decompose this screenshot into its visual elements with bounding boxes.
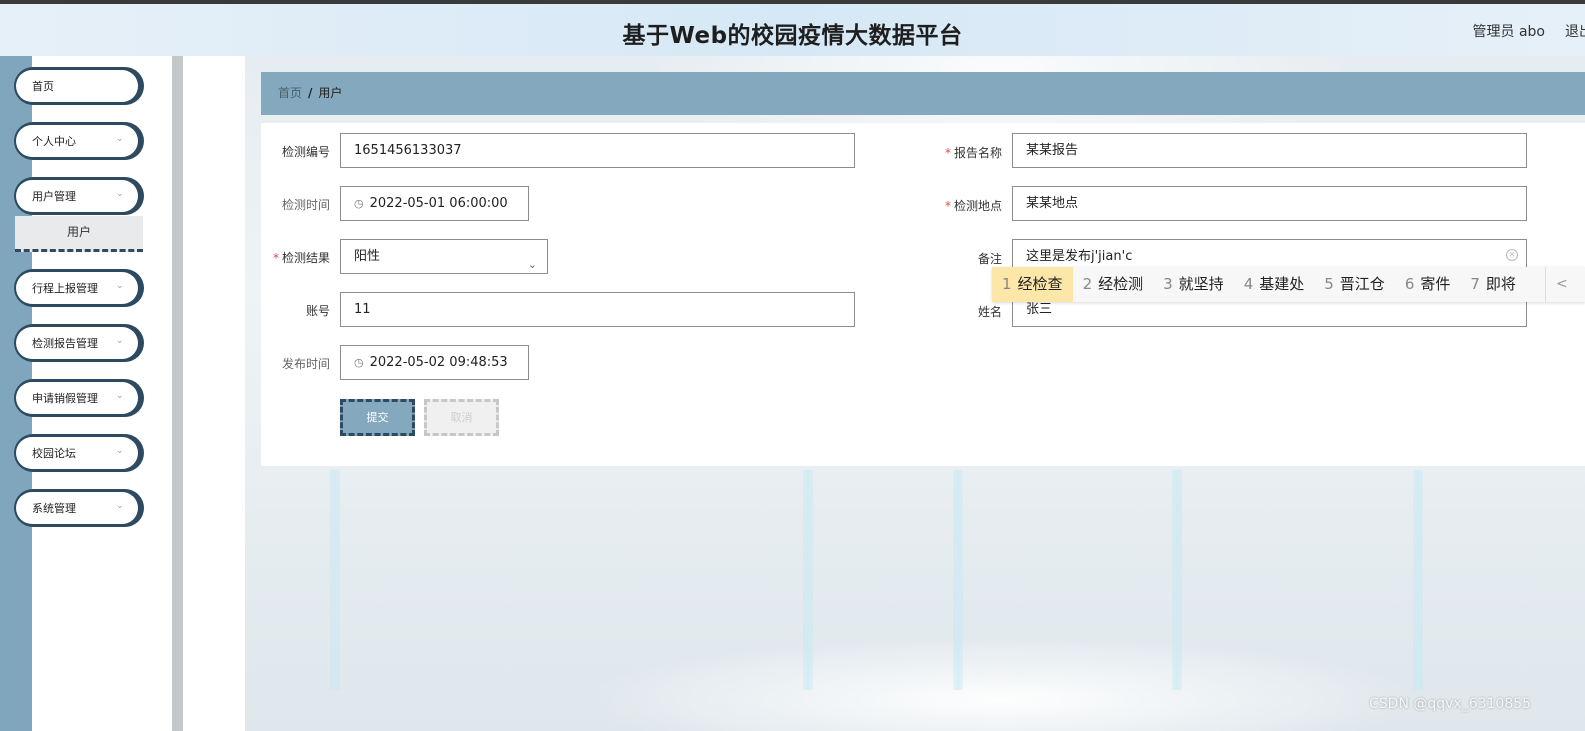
ime-candidate-number: 4 [1243,275,1254,293]
sidebar-item-label: 申请销假管理 [32,392,98,405]
sidebar-item-label: 校园论坛 [32,447,76,460]
ime-candidate[interactable]: 7 即将 [1460,267,1526,302]
ime-prev-page-button[interactable]: < [1545,267,1585,302]
ime-candidate[interactable]: 4 基建处 [1234,267,1315,302]
sidebar-item-home[interactable]: 首页 [14,67,144,105]
chevron-down-icon: ⌄ [527,258,537,271]
chevron-down-icon: ⌄ [116,134,124,144]
test-time-value: 2022-05-01 06:00:00 [369,196,508,211]
report-name-field[interactable]: 某某报告 [1012,133,1527,168]
submit-button[interactable]: 提交 [340,399,415,436]
ime-candidate-number: 6 [1404,275,1415,293]
ime-candidate[interactable]: 1 经检查 [992,267,1073,302]
required-mark: * [944,146,951,160]
breadcrumb: 首页 / 用户 [261,72,1585,115]
remarks-label: 备注 [977,252,1002,266]
test-result-value: 阳性 [354,249,381,264]
sidebar-item-leave-cancel-management[interactable]: 申请销假管理 ⌄ [14,379,144,417]
required-mark: * [944,199,951,213]
sidebar-item-personal-center[interactable]: 个人中心 ⌄ [14,122,144,160]
sidebar-item-test-report-management[interactable]: 检测报告管理 ⌄ [14,324,144,362]
test-no-field[interactable]: 1651456133037 [340,133,855,168]
sidebar-item-label: 行程上报管理 [32,282,98,295]
cancel-button[interactable]: 取消 [424,399,499,436]
app-title: 基于Web的校园疫情大数据平台 [622,23,963,49]
test-location-label: * 检测地点 [930,197,1002,214]
sidebar-item-system-management[interactable]: 系统管理 ⌄ [14,489,144,527]
clock-icon: ◷ [354,197,364,210]
test-location-field[interactable]: 某某地点 [1012,186,1527,221]
sidebar-item-user-management[interactable]: 用户管理 ⌄ [14,177,144,215]
test-result-select[interactable]: 阳性 ⌄ [340,239,548,274]
chevron-down-icon: ⌄ [116,336,124,346]
ime-candidate[interactable]: 5 晋江仓 [1314,267,1395,302]
ime-candidate-text: 经检测 [1098,275,1144,293]
test-result-label: * 检测结果 [258,249,330,266]
breadcrumb-current: 用户 [318,86,343,100]
sidebar-item-label: 个人中心 [32,135,76,148]
chevron-down-icon: ⌄ [116,501,124,511]
test-time-field[interactable]: ◷ 2022-05-01 06:00:00 [340,186,529,221]
sidebar-scrollbar[interactable] [172,56,183,731]
watermark: CSDN @qqvx_6310855 [1369,696,1532,712]
account-label: 账号 [305,304,330,318]
ime-candidate-number: 5 [1324,275,1334,293]
background-pillar [803,470,813,690]
test-no-label: 检测编号 [281,145,330,159]
ime-candidate-text: 晋江仓 [1339,275,1385,293]
ime-candidate-number: 3 [1163,275,1173,293]
app-header: 基于Web的校园疫情大数据平台 管理员 abo 退出 [0,4,1585,56]
chevron-down-icon: ⌄ [116,281,124,291]
background-pillar [953,470,963,690]
test-result-label-text: 检测结果 [281,251,330,265]
ime-candidate-number: 7 [1470,275,1480,293]
ime-candidate[interactable]: 6 寄件 [1395,267,1461,302]
chevron-down-icon: ⌄ [116,189,124,199]
ime-candidate-bar: 1 经检查 2 经检测 3 就坚持 4 基建处 5 晋江仓 6 寄件 7 即将 < [992,267,1585,302]
breadcrumb-separator: / [308,86,313,100]
report-name-label-text: 报告名称 [953,146,1002,160]
sidebar-item-label: 检测报告管理 [32,337,98,350]
sidebar-item-trip-report-management[interactable]: 行程上报管理 ⌄ [14,269,144,307]
ime-candidate[interactable]: 2 经检测 [1073,267,1154,302]
current-user: 管理员 abo [1472,24,1545,40]
sidebar-item-campus-forum[interactable]: 校园论坛 ⌄ [14,434,144,472]
ime-candidate-text: 基建处 [1259,275,1305,293]
logout-link[interactable]: 退出 [1565,21,1585,41]
publish-time-value: 2022-05-02 09:48:53 [369,355,508,370]
background-pillar [1413,470,1423,690]
publish-time-field[interactable]: ◷ 2022-05-02 09:48:53 [340,345,529,380]
required-mark: * [272,251,279,265]
ime-candidate-text: 寄件 [1420,275,1451,293]
publish-time-label: 发布时间 [281,357,330,371]
ime-candidate-number: 1 [1002,275,1012,293]
report-name-label: * 报告名称 [930,144,1002,161]
chevron-down-icon: ⌄ [116,446,124,456]
sidebar-item-label: 首页 [32,80,54,93]
account-field[interactable]: 11 [340,292,855,327]
ime-candidate-text: 经检查 [1017,275,1063,293]
test-time-label: 检测时间 [281,198,330,212]
breadcrumb-home[interactable]: 首页 [278,86,302,100]
ime-candidate-number: 2 [1082,275,1093,293]
clock-icon: ◷ [354,356,364,369]
background-pillar [1172,470,1182,690]
chevron-down-icon: ⌄ [116,391,124,401]
name-label: 姓名 [977,305,1002,319]
ime-candidate-text: 就坚持 [1178,275,1224,293]
sidebar-item-label: 系统管理 [32,502,76,515]
test-location-label-text: 检测地点 [953,199,1002,213]
ime-candidate-text: 即将 [1485,275,1516,293]
background-pillar [330,470,340,690]
remarks-value: 这里是发布j'jian'c [1026,249,1133,264]
sidebar-item-label: 用户管理 [32,190,76,203]
ime-candidate[interactable]: 3 就坚持 [1153,267,1234,302]
clear-icon[interactable]: ✕ [1506,249,1518,261]
sidebar-subitem-user[interactable]: 用户 [15,216,143,252]
content-gutter [183,56,245,731]
